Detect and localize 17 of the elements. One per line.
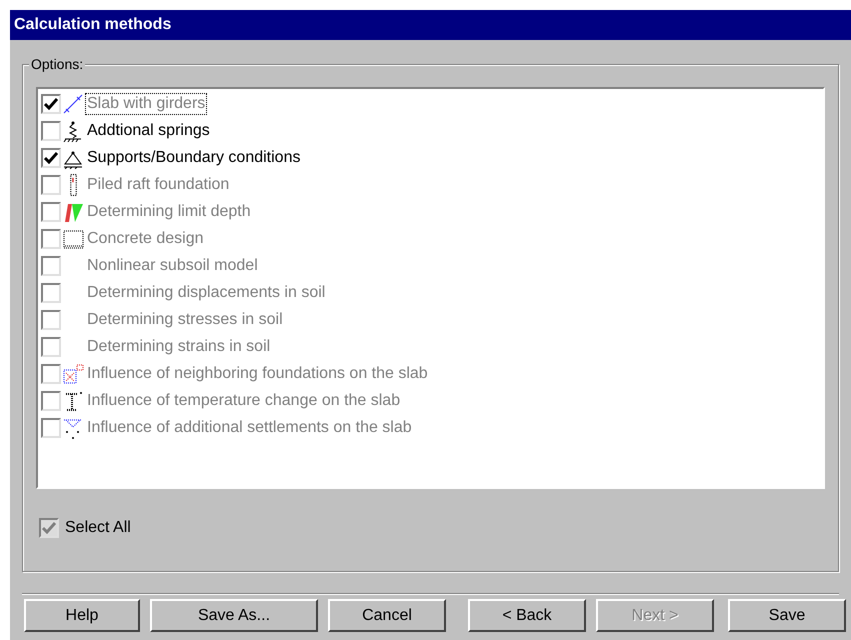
method-icon [62,120,84,142]
checkbox[interactable] [41,120,61,140]
method-icon [62,92,84,114]
method-icon [62,416,84,438]
group-label: Options: [29,56,86,72]
window-title: Calculation methods [10,10,851,40]
method-icon [62,228,84,250]
method-icon [62,362,84,384]
dialog-button[interactable]: < Back [468,599,586,632]
method-icon [70,174,76,196]
option-label[interactable]: Supports/Boundary conditions [85,146,302,168]
checkbox[interactable] [41,148,61,168]
dialog-button[interactable]: Cancel [328,599,446,632]
dialog-button[interactable]: Help [24,599,140,632]
dialog-button[interactable]: Save [728,599,846,632]
dialog-button[interactable]: Save As... [150,599,318,632]
option-label[interactable]: Addtional springs [85,120,212,142]
